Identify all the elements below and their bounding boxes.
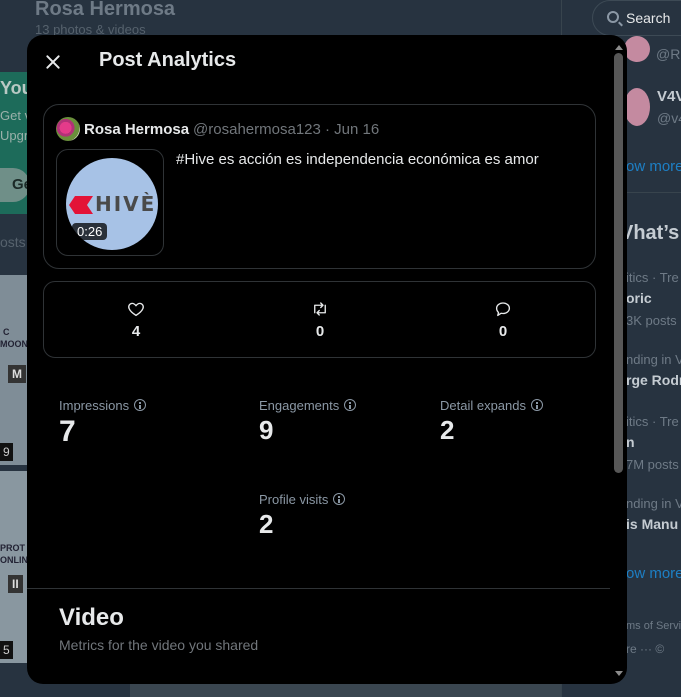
post-preview-card[interactable]: Rosa Hermosa @rosahermosa123 · Jun 16 HIV… [43,104,596,269]
info-icon[interactable] [531,399,543,411]
engagements-metric: Engagements 9 [259,398,357,446]
media-thumbnail[interactable]: C MOON M 9 [0,275,27,465]
engagements-label: Engagements [259,398,340,413]
detail-expands-label: Detail expands [440,398,526,413]
engagements-value: 9 [259,415,274,445]
media-thumbnail[interactable]: PROT ONLIN II 5 [0,471,27,663]
repost-icon [314,302,326,316]
author-name: Rosa Hermosa [84,121,190,138]
who-name: V4V [657,88,681,105]
avatar [56,117,80,141]
video-section-title: Video [59,604,124,631]
info-icon[interactable] [134,399,147,411]
profile-visits-metric: Profile visits 2 [259,492,346,540]
profile-header: Rosa Hermosa 13 photos & videos [0,0,561,40]
footer-link[interactable]: ms of Servi [626,620,681,632]
video-thumbnail[interactable]: HIVÈ 0:26 [56,149,164,256]
promo-button[interactable]: Ge [0,168,32,202]
search-box[interactable]: Search [592,0,681,36]
info-icon[interactable] [333,493,346,505]
likes-count: 4 [131,323,141,340]
video-duration: 0:26 [72,223,108,240]
scroll-thumb[interactable] [614,53,623,473]
scrollbar[interactable] [610,39,627,684]
trends-heading: Vhat’s [620,222,680,244]
close-icon[interactable] [41,49,67,75]
profile-name: Rosa Hermosa [35,0,176,20]
trend-meta: nding in V [626,496,681,511]
trend-title[interactable]: oric [626,290,652,306]
replies-count: 0 [498,323,508,340]
who-handle: @R [656,46,681,62]
media-count-badge: 5 [0,641,13,659]
impressions-value: 7 [59,415,76,448]
likes-stat: 4 [106,300,166,340]
thumb-text: M [8,365,26,383]
thumb-text: II [8,575,23,593]
scroll-down-arrow-icon[interactable] [615,671,623,676]
impressions-metric: Impressions 7 [59,398,147,449]
trend-count: 3K posts [626,313,677,328]
trend-title[interactable]: rge Rodr [626,372,681,388]
trend-title[interactable]: is Manu [626,516,678,532]
engagement-card: 4 0 0 [43,281,596,358]
profile-visits-label: Profile visits [259,492,329,507]
video-section-subtitle: Metrics for the video you shared [59,637,259,653]
detail-expands-value: 2 [440,415,455,445]
who-handle: @v4 [657,110,681,126]
thumb-text: C [3,327,10,337]
post-header: Rosa Hermosa @rosahermosa123 · Jun 16 [84,121,379,138]
reposts-stat: 0 [290,300,350,340]
thumb-text: MOON [0,339,27,349]
footer-link[interactable]: re ··· © [626,642,664,656]
show-more-link[interactable]: ow more [626,158,681,175]
media-count-badge: 9 [0,443,13,461]
modal-title: Post Analytics [99,49,237,71]
search-placeholder: Search [626,10,671,26]
search-icon [607,11,619,23]
trend-meta: nding in V [626,352,681,367]
scroll-up-arrow-icon[interactable] [615,45,623,50]
show-more-link[interactable]: ow more [626,565,681,582]
trend-meta: itics · Tre [626,414,679,429]
heart-icon [128,302,144,317]
promo-line: Upgr [0,128,29,143]
avatar[interactable] [624,36,650,62]
trend-count: 7M posts [626,457,679,472]
post-text: #Hive es acción es independencia económi… [176,151,539,168]
author-handle-date: @rosahermosa123 · Jun 16 [193,121,380,138]
trend-meta: itics · Tre [626,270,679,285]
media-strip [130,684,561,697]
detail-expands-metric: Detail expands 2 [440,398,543,446]
replies-stat: 0 [473,300,533,340]
reposts-count: 0 [315,323,325,340]
thumb-text: ONLIN [0,555,27,565]
info-icon[interactable] [344,399,357,411]
hive-mark-icon [69,196,93,214]
trend-title[interactable]: n [626,434,635,450]
thumb-text: PROT [0,543,26,553]
posts-label: osts [0,234,26,250]
impressions-label: Impressions [59,398,130,413]
reply-icon [495,302,511,317]
post-analytics-modal: Post Analytics Rosa Hermosa @rosahermosa1… [27,35,627,684]
avatar[interactable] [624,88,650,126]
profile-visits-value: 2 [259,509,274,539]
section-divider [27,588,610,589]
premium-promo: You Get v Upgr Ge [0,72,33,214]
side-divider [624,192,681,193]
logo-text: HIVÈ [95,192,157,216]
